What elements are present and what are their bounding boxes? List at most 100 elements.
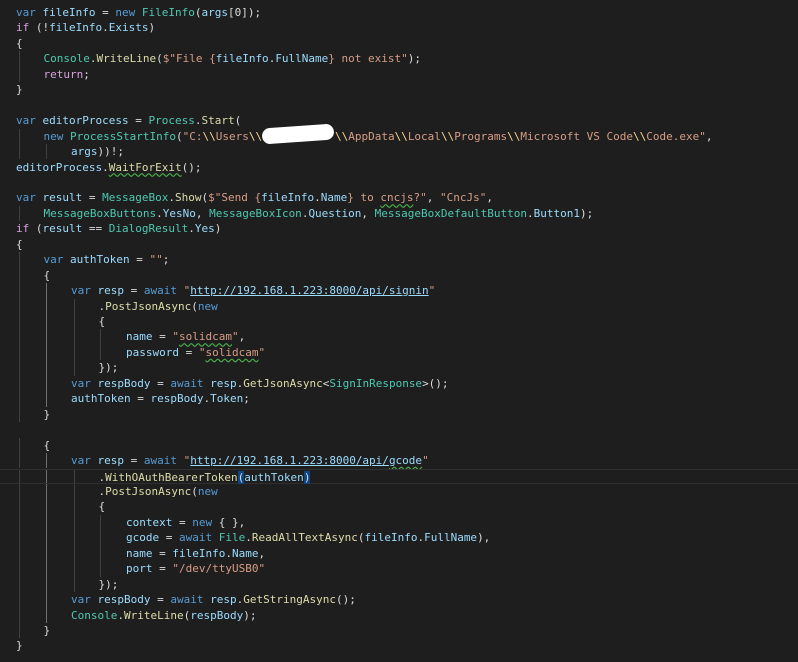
code-line[interactable]: } [0, 406, 798, 423]
code-line[interactable]: if (result == DialogResult.Yes) [0, 221, 798, 236]
code-line[interactable]: name = fileInfo.Name, [0, 545, 798, 562]
code-line[interactable]: var editorProcess = Process.Start( [0, 113, 798, 128]
code-line[interactable]: var authToken = ""; [0, 252, 798, 268]
code-token: YesNo [162, 206, 196, 220]
code-text: }); [99, 360, 119, 375]
code-line[interactable]: .WithOAuthBearerToken(authToken) [0, 468, 798, 484]
code-line[interactable]: authToken = respBody.Token; [0, 391, 798, 407]
code-line[interactable]: editorProcess.WaitForExit(); [0, 160, 798, 175]
code-line[interactable]: } [0, 638, 798, 653]
code-token: \\ [202, 129, 216, 143]
code-token: = [152, 562, 173, 576]
code-line[interactable]: Console.WriteLine($"File {fileInfo.FullN… [0, 51, 798, 67]
code-line[interactable]: { [0, 267, 798, 284]
code-token: resp [97, 454, 125, 468]
code-token: new [192, 515, 219, 529]
code-token: " [231, 330, 239, 344]
indent-guide [100, 329, 101, 345]
code-line[interactable]: { [0, 237, 798, 252]
code-line[interactable]: var fileInfo = new FileInfo(args[0]); [0, 5, 798, 20]
indent-guide [18, 51, 20, 67]
indent-guide [45, 607, 47, 623]
code-text: { [44, 438, 51, 453]
code-token: "/dev/ttyUSB0" [172, 562, 266, 576]
code-line[interactable]: password = "solidcam" [0, 344, 798, 361]
code-token: var [16, 6, 43, 19]
indent-guide [73, 298, 75, 314]
code-line[interactable] [0, 98, 798, 113]
code-line[interactable]: { [0, 314, 798, 330]
code-line[interactable]: if (!fileInfo.Exists) [0, 20, 798, 35]
code-token: http://192.168.1.223:8000/api/ [190, 454, 389, 468]
code-token: \\ [507, 129, 521, 143]
indent-guide [73, 499, 75, 515]
code-token: await [170, 593, 211, 607]
code-line[interactable] [0, 422, 798, 437]
code-line[interactable]: .PostJsonAsync(new [0, 483, 798, 500]
code-token: authToken [244, 470, 304, 484]
code-token: \\ [633, 129, 647, 143]
code-line[interactable]: args))!; [0, 144, 798, 160]
code-line[interactable]: } [0, 82, 798, 97]
code-line[interactable]: { [0, 437, 798, 454]
code-text: gcode = await File.ReadAllTextAsync(file… [126, 530, 490, 545]
indent-guide [45, 530, 47, 546]
indent-guide [18, 453, 20, 469]
code-token: cncjs [380, 191, 414, 205]
code-line[interactable]: port = "/dev/ttyUSB0" [0, 561, 798, 577]
code-token: , [361, 206, 375, 220]
code-line[interactable]: { [0, 36, 798, 51]
code-token: } not exist" [328, 52, 408, 66]
code-line[interactable]: }); [0, 360, 798, 376]
indent-guide [73, 329, 75, 345]
code-token: var [71, 376, 98, 390]
code-token: } [43, 407, 51, 421]
code-token: = [150, 593, 171, 607]
code-line[interactable]: Console.WriteLine(respBody); [0, 607, 798, 623]
code-token: ; [83, 67, 90, 81]
code-token: . [156, 206, 163, 220]
code-token: >(); [422, 376, 449, 390]
code-token: "CncJs" [439, 191, 487, 205]
code-token: [0]); [227, 6, 262, 19]
code-line[interactable]: }); [0, 576, 798, 593]
code-text: password = "solidcam" [126, 345, 265, 360]
code-token: AppData [348, 129, 395, 143]
code-token: File [218, 531, 246, 545]
indent-guide [18, 592, 20, 608]
code-token: await [170, 376, 211, 390]
code-editor[interactable]: var fileInfo = new FileInfo(args[0]); if … [0, 0, 798, 662]
code-line[interactable]: var resp = await "http://192.168.1.223:8… [0, 283, 798, 299]
indent-guide [18, 437, 20, 454]
code-token: ) [148, 21, 156, 35]
code-token: return [43, 67, 84, 81]
code-line[interactable]: var respBody = await resp.GetJsonAsync<S… [0, 375, 798, 392]
code-line[interactable]: gcode = await File.ReadAllTextAsync(file… [0, 530, 798, 546]
code-line[interactable]: context = new { }, [0, 514, 798, 531]
code-token: fileInfo [261, 191, 315, 205]
code-token: args [71, 145, 98, 159]
code-line[interactable]: var result = MessageBox.Show($"Send {fil… [0, 190, 798, 205]
code-token: = [82, 191, 103, 205]
code-token: FullName [424, 531, 478, 545]
code-line[interactable]: .PostJsonAsync(new [0, 298, 798, 314]
code-line[interactable]: var resp = await "http://192.168.1.223:8… [0, 453, 798, 469]
code-token: DialogResult [108, 222, 189, 236]
code-line[interactable]: } [0, 623, 798, 639]
code-token: Name [231, 546, 259, 560]
code-token: MessageBoxDefaultButton [374, 206, 527, 220]
indent-guide [45, 144, 47, 160]
code-line[interactable] [0, 175, 798, 190]
code-line[interactable]: MessageBoxButtons.YesNo, MessageBoxIcon.… [0, 205, 798, 222]
code-token: , [705, 129, 713, 143]
code-token: authToken [71, 392, 131, 406]
code-line[interactable]: return; [0, 66, 798, 83]
code-token: context [126, 515, 173, 529]
code-line[interactable]: { [0, 499, 798, 515]
code-token: var [16, 191, 43, 205]
code-token: { [43, 268, 51, 282]
code-line[interactable]: var respBody = await resp.GetStringAsync… [0, 592, 798, 608]
code-token: fileInfo [42, 6, 96, 19]
code-line[interactable]: name = "solidcam", [0, 329, 798, 345]
code-line[interactable]: new ProcessStartInfo("C:\\Users\\ \\AppD… [0, 128, 798, 145]
